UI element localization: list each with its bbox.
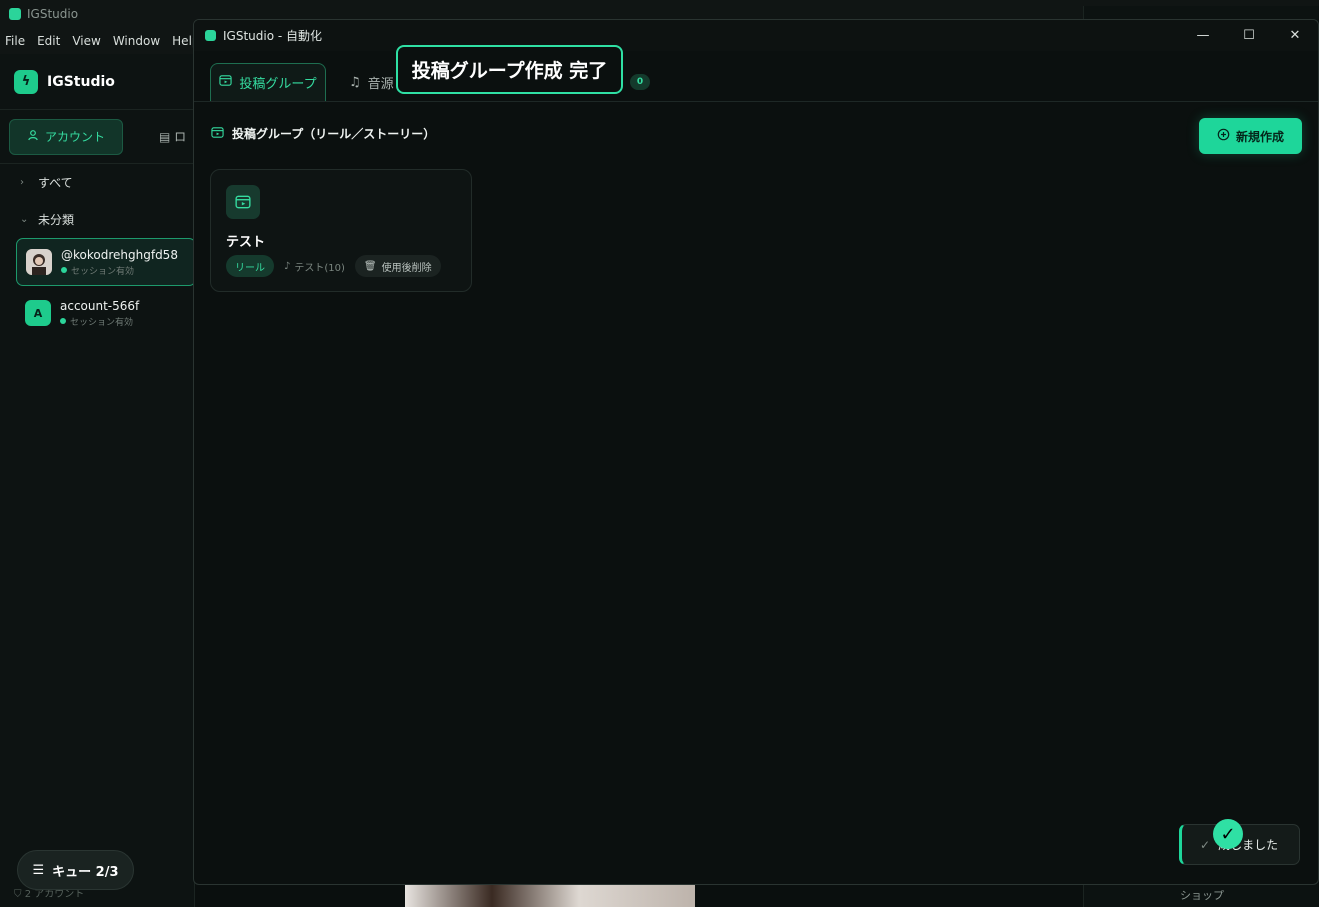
section-header: 投稿グループ（リール／ストーリー） — [211, 125, 435, 142]
menu-view[interactable]: View — [72, 34, 100, 48]
tab-bar: 投稿グループ ♫ 音源 ▭ ▭ 0 — [194, 51, 1318, 102]
film-icon — [226, 185, 260, 219]
status-text: セッション有効 — [71, 266, 135, 277]
group-all[interactable]: › すべて — [0, 164, 194, 201]
menu-edit[interactable]: Edit — [37, 34, 60, 48]
music-tag: ♪ テスト(10) — [284, 259, 345, 274]
avatar: A — [25, 300, 51, 326]
sidebar: ϟ IGStudio アカウント ▤ ロ › すべて ⌄ 未分類 @kokodr… — [0, 54, 196, 907]
tab-music[interactable]: ♫ 音源 — [349, 63, 394, 101]
section-title: 投稿グループ（リール／ストーリー） — [232, 127, 436, 141]
post-image — [405, 884, 695, 907]
account-count-label: 2 アカウント — [24, 889, 85, 900]
new-group-button[interactable]: 新規作成 — [1199, 118, 1302, 154]
account-name: @kokodrehghgfd58 — [61, 247, 178, 262]
window-title: IGStudio - 自動化 — [223, 29, 323, 43]
completion-banner: 投稿グループ作成 完了 — [396, 45, 623, 94]
queue-button[interactable]: ☰ キュー 2/3 — [17, 850, 134, 890]
delete-after-use-label: 使用後削除 — [381, 262, 432, 274]
automation-window: IGStudio - 自動化 — ☐ ✕ 投稿グループ ♫ 音源 ▭ ▭ 0 投… — [193, 19, 1319, 885]
menubar: File Edit View Window Help — [0, 28, 200, 54]
card-title: テスト — [226, 235, 266, 250]
account-item-kokodrehghgfd58[interactable]: @kokodrehghgfd58 セッション有効 — [16, 238, 196, 286]
chevron-right-icon: › — [20, 177, 24, 188]
tab-post-groups-label: 投稿グループ — [239, 77, 317, 92]
sidebar-tabs: アカウント ▤ ロ — [0, 110, 194, 164]
chevron-down-icon: ⌄ — [20, 214, 29, 225]
tab-accounts-label: アカウント — [44, 130, 105, 144]
type-badge: リール — [226, 255, 274, 277]
account-item-566f[interactable]: A account-566f セッション有効 — [16, 289, 196, 337]
brand: ϟ IGStudio — [0, 54, 194, 110]
brand-name: IGStudio — [47, 73, 115, 90]
music-note-icon: ♫ — [349, 74, 361, 90]
shop-label[interactable]: ショップ — [1180, 887, 1224, 903]
user-icon — [27, 129, 39, 144]
delete-after-use-badge: 🗑︎ 使用後削除 — [354, 255, 441, 277]
status-dot — [60, 318, 66, 324]
queue-label: キュー 2/3 — [52, 864, 119, 880]
check-icon: ✓ — [1200, 837, 1211, 852]
shield-icon: ⛉ — [14, 889, 22, 900]
film-icon — [219, 74, 233, 91]
tab-other-label: ロ — [174, 130, 187, 144]
app-logo-icon — [9, 8, 21, 20]
account-status: セッション有効 — [61, 264, 178, 277]
trash-icon: 🗑︎ — [363, 260, 377, 272]
film-icon — [211, 126, 224, 142]
group-uncategorized-label: 未分類 — [38, 213, 75, 227]
music-tag-label: テスト(10) — [294, 262, 345, 274]
minimize-icon[interactable]: — — [1180, 20, 1226, 51]
document-icon: ▤ — [159, 130, 171, 144]
maximize-icon[interactable]: ☐ — [1226, 20, 1272, 51]
plus-circle-icon — [1217, 128, 1230, 144]
status-dot — [61, 267, 67, 273]
account-name: account-566f — [60, 298, 140, 313]
app-title: IGStudio — [27, 7, 79, 21]
close-icon[interactable]: ✕ — [1272, 20, 1318, 51]
tab-other[interactable]: ▤ ロ — [159, 128, 186, 145]
card-tags: リール ♪ テスト(10) 🗑︎ 使用後削除 — [226, 255, 441, 277]
menu-file[interactable]: File — [5, 34, 25, 48]
group-uncategorized[interactable]: ⌄ 未分類 — [0, 201, 194, 238]
count-badge: 0 — [630, 74, 650, 90]
music-note-icon: ♪ — [284, 260, 291, 272]
menu-window[interactable]: Window — [113, 34, 160, 48]
tab-accounts[interactable]: アカウント — [9, 118, 123, 155]
tab-post-groups[interactable]: 投稿グループ — [210, 63, 326, 101]
list-icon: ☰ — [32, 862, 45, 878]
tab-music-label: 音源 — [367, 76, 394, 92]
post-group-card[interactable]: テスト リール ♪ テスト(10) 🗑︎ 使用後削除 — [210, 169, 472, 292]
window-titlebar: IGStudio - 自動化 — [194, 20, 1318, 51]
group-all-label: すべて — [38, 176, 73, 190]
success-check-icon: ✓ — [1213, 819, 1243, 849]
new-group-label: 新規作成 — [1235, 129, 1284, 144]
lightning-icon: ϟ — [14, 69, 38, 94]
window-controls: — ☐ ✕ — [1180, 20, 1318, 51]
avatar — [26, 249, 52, 275]
account-status: セッション有効 — [60, 315, 139, 328]
status-text: セッション有効 — [70, 317, 134, 328]
app-logo-icon — [205, 30, 216, 41]
